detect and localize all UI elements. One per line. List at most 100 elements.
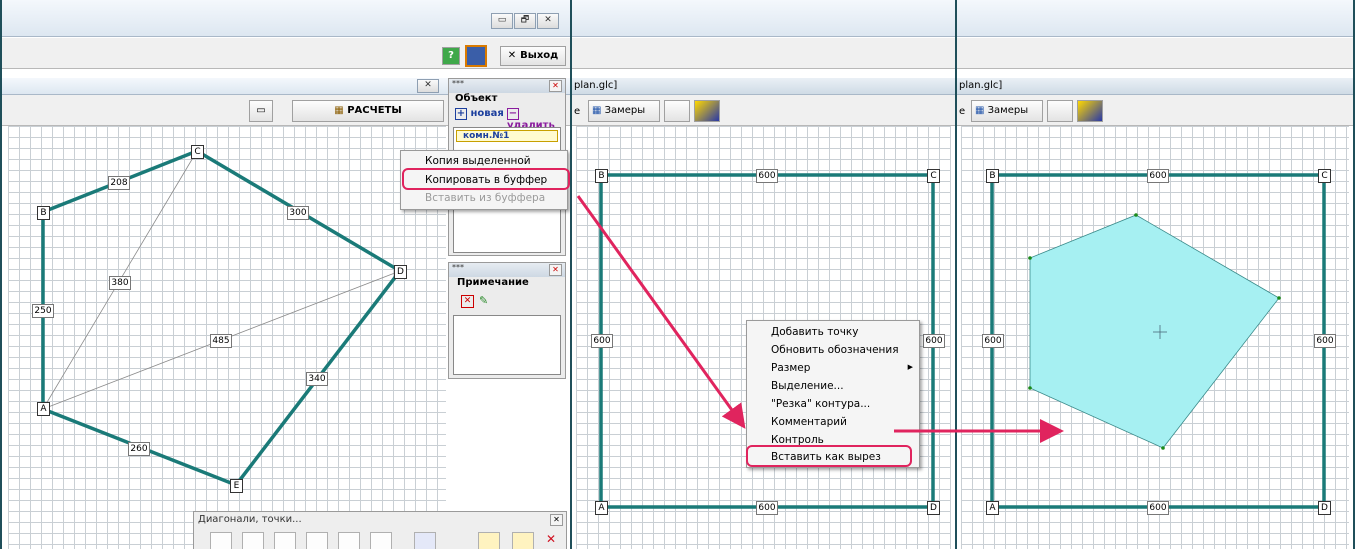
vertex-label-d[interactable]: D bbox=[394, 265, 407, 279]
menu-item-comment[interactable]: Комментарий bbox=[747, 413, 919, 431]
exit-x-icon: ✕ bbox=[507, 50, 517, 61]
p3-measures-label: Замеры bbox=[987, 105, 1029, 116]
panel-right: plan.glc] e ▦ Замеры B C A D 600 600 600… bbox=[955, 0, 1355, 549]
edge-label-de: 340 bbox=[306, 372, 328, 386]
move-point-icon[interactable] bbox=[306, 532, 328, 549]
calculations-label: РАСЧЕТЫ bbox=[347, 105, 402, 116]
menu-item-contour-cut[interactable]: "Резка" контура... bbox=[747, 395, 919, 413]
p3-drawing-canvas[interactable]: B C A D 600 600 600 600 bbox=[961, 126, 1349, 549]
print-button[interactable]: ▭ bbox=[249, 100, 273, 122]
exit-label: Выход bbox=[520, 50, 559, 61]
edge-label-cd: 300 bbox=[287, 206, 309, 220]
paste-as-cutout-highlight bbox=[746, 445, 912, 467]
p2-fill-button[interactable] bbox=[694, 100, 720, 122]
p3-edge-bottom: 600 bbox=[1147, 501, 1169, 515]
calc-grid-icon: ▦ bbox=[334, 105, 344, 116]
help-icon[interactable] bbox=[512, 532, 534, 549]
p2-view-button[interactable] bbox=[664, 100, 690, 122]
p3-app-toolbar bbox=[957, 38, 1353, 69]
select-point-icon[interactable] bbox=[242, 532, 264, 549]
close-x-icon[interactable]: ✕ bbox=[546, 532, 556, 546]
delete-point-icon[interactable] bbox=[338, 532, 360, 549]
minus-icon: − bbox=[507, 108, 519, 120]
add-diagonal-icon[interactable] bbox=[210, 532, 232, 549]
object-list-item-room[interactable]: комн.№1 bbox=[456, 130, 558, 142]
exit-button[interactable]: ✕ Выход bbox=[500, 46, 566, 66]
p3-vertex-a[interactable]: A bbox=[986, 501, 999, 515]
p3-square-drawing bbox=[990, 173, 1326, 509]
p3-grid-icon: ▦ bbox=[975, 105, 985, 116]
menu-item-paste-from-buffer[interactable]: Вставить из буффера bbox=[401, 189, 567, 207]
p2-measures-label: Замеры bbox=[604, 105, 646, 116]
panel-left: ▭ 🗗 ✕ ? ✕ Выход ✕ ▭ ▦ РАСЧЕТЫ A B C D E … bbox=[0, 0, 572, 549]
note-panel-header: *** bbox=[449, 263, 565, 277]
p2-app-toolbar bbox=[572, 38, 955, 69]
p2-vertex-d[interactable]: D bbox=[927, 501, 940, 515]
p3-cutout-shape bbox=[1029, 214, 1280, 449]
p3-edge-top: 600 bbox=[1147, 169, 1169, 183]
p2-measures-button[interactable]: ▦ Замеры bbox=[588, 100, 660, 122]
vertex-label-a[interactable]: A bbox=[37, 402, 50, 416]
diagonals-points-title: Диагонали, точки... bbox=[198, 514, 302, 525]
diag-label-ad: 485 bbox=[210, 334, 232, 348]
split-edge-icon[interactable] bbox=[370, 532, 392, 549]
vertex-label-c[interactable]: C bbox=[191, 145, 204, 159]
p2-vertex-c[interactable]: C bbox=[927, 169, 940, 183]
menu-item-selection[interactable]: Выделение... bbox=[747, 377, 919, 395]
note-textarea[interactable] bbox=[453, 315, 561, 375]
note-delete-icon[interactable]: ✕ bbox=[461, 295, 474, 308]
p2-edge-left: 600 bbox=[591, 334, 613, 348]
vertex-label-e[interactable]: E bbox=[230, 479, 243, 493]
p3-vertex-c[interactable]: C bbox=[1318, 169, 1331, 183]
calculations-button[interactable]: ▦ РАСЧЕТЫ bbox=[292, 100, 444, 122]
edge-label-bc: 208 bbox=[108, 176, 130, 190]
restore-button[interactable]: 🗗 bbox=[514, 13, 536, 29]
p3-toolbar-lead: e bbox=[959, 106, 966, 117]
save-icon[interactable] bbox=[414, 532, 436, 549]
p2-edge-bottom: 600 bbox=[756, 501, 778, 515]
object-panel-close[interactable]: ✕ bbox=[549, 80, 562, 92]
p2-vertex-b[interactable]: B bbox=[595, 169, 608, 183]
p2-edge-right: 600 bbox=[923, 334, 945, 348]
copy-to-buffer-highlight bbox=[402, 168, 570, 190]
note-panel-close[interactable]: ✕ bbox=[549, 264, 562, 276]
p3-vertex-d[interactable]: D bbox=[1318, 501, 1331, 515]
p2-edge-top: 600 bbox=[756, 169, 778, 183]
p3-vertex-b[interactable]: B bbox=[986, 169, 999, 183]
p3-path-tab: plan.glc] bbox=[957, 78, 1353, 95]
panel-middle: plan.glc] e ▦ Замеры B C A D 600 600 600… bbox=[570, 0, 957, 549]
p3-titlebar bbox=[957, 0, 1353, 37]
menu-item-refresh-labels[interactable]: Обновить обозначения bbox=[747, 341, 919, 359]
calculator-button[interactable] bbox=[465, 45, 487, 67]
note-panel: *** ✕ Примечание ✕ ✎ bbox=[448, 262, 566, 379]
note-panel-title: Примечание bbox=[457, 277, 529, 288]
submenu-arrow-icon: ▶ bbox=[907, 363, 913, 371]
diagonals-points-panel: Диагонали, точки... ✕ ✕ bbox=[193, 511, 567, 549]
room-contour bbox=[41, 149, 402, 487]
minimize-button[interactable]: ▭ bbox=[491, 13, 513, 29]
menu-item-size[interactable]: Размер bbox=[747, 359, 919, 377]
main-titlebar bbox=[2, 0, 570, 37]
p3-view-button[interactable] bbox=[1047, 100, 1073, 122]
doc-close-button[interactable]: ✕ bbox=[417, 79, 439, 93]
object-panel-header: *** bbox=[449, 79, 565, 93]
grid-point-icon[interactable] bbox=[274, 532, 296, 549]
drawing-canvas[interactable]: A B C D E 208 300 250 380 485 340 260 bbox=[8, 126, 446, 549]
close-window-button[interactable]: ✕ bbox=[537, 13, 559, 29]
p2-toolbar-lead: e bbox=[574, 106, 581, 117]
note-edit-icon[interactable]: ✎ bbox=[479, 294, 488, 307]
p3-edge-left: 600 bbox=[982, 334, 1004, 348]
edge-label-ab: 250 bbox=[32, 304, 54, 318]
new-object-button[interactable]: + новая bbox=[455, 108, 504, 120]
edge-label-ea: 260 bbox=[128, 442, 150, 456]
p3-fill-button[interactable] bbox=[1077, 100, 1103, 122]
p3-measures-button[interactable]: ▦ Замеры bbox=[971, 100, 1043, 122]
p3-edge-right: 600 bbox=[1314, 334, 1336, 348]
p2-vertex-a[interactable]: A bbox=[595, 501, 608, 515]
menu-item-add-point[interactable]: Добавить точку bbox=[747, 323, 919, 341]
table-icon[interactable] bbox=[478, 532, 500, 549]
new-label: новая bbox=[470, 108, 504, 119]
help-button[interactable]: ? bbox=[442, 47, 460, 65]
vertex-label-b[interactable]: B bbox=[37, 206, 50, 220]
diagonals-panel-close[interactable]: ✕ bbox=[550, 514, 563, 526]
